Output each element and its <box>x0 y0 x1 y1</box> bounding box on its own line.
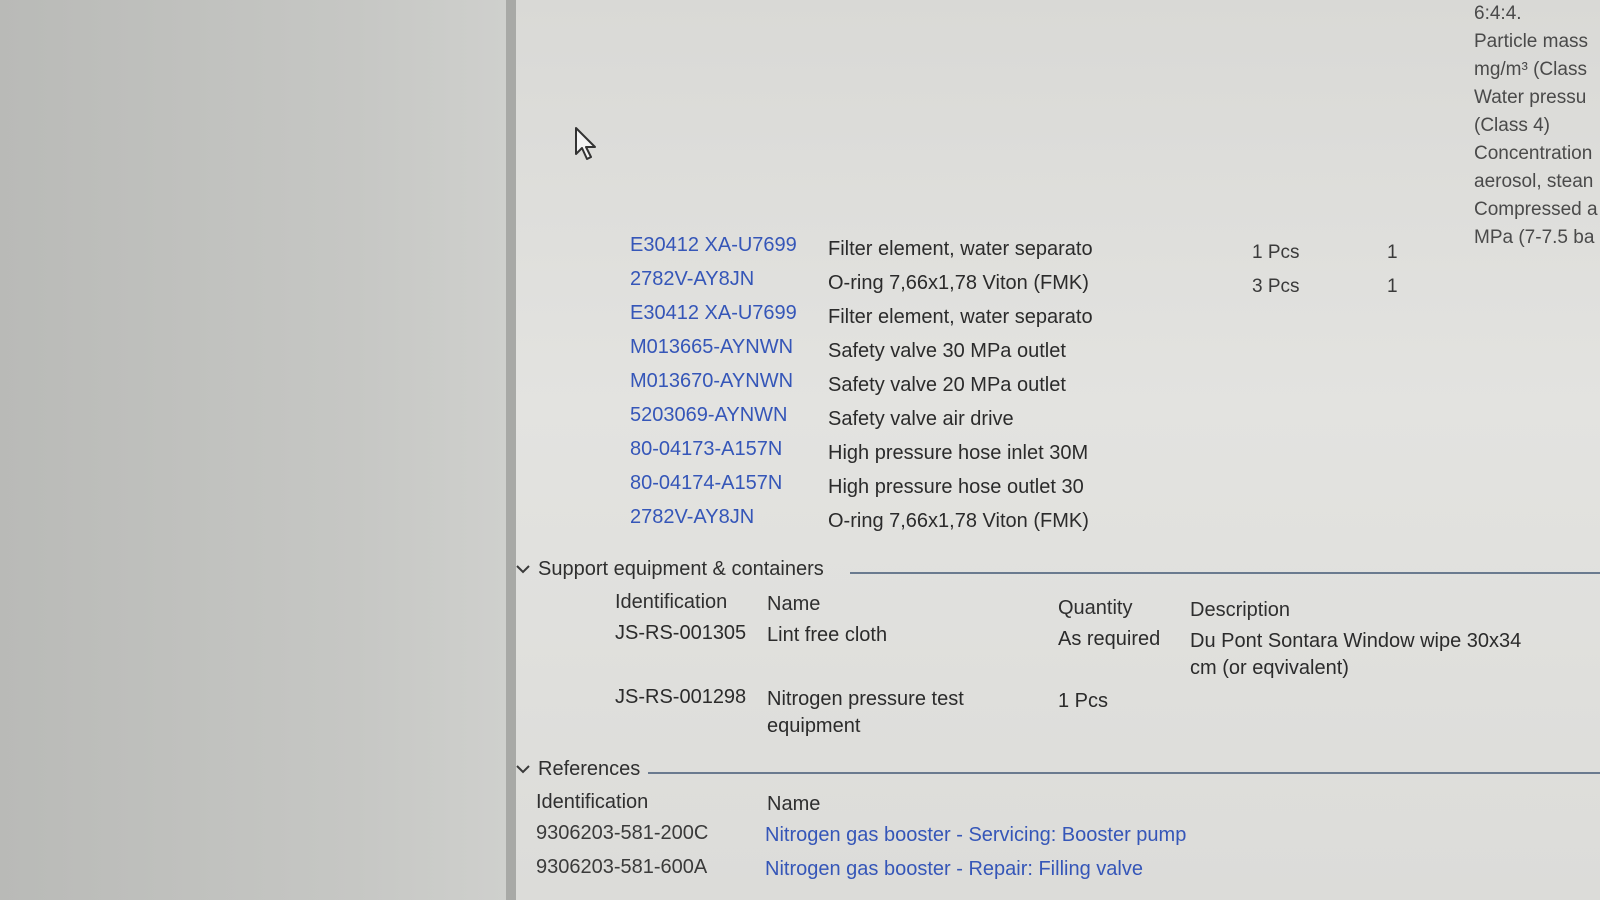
parts-row: 80-04174-A157N High pressure hose outlet… <box>516 472 1600 506</box>
support-quantity: As required <box>1058 628 1161 650</box>
support-quantity: 1 Pcs <box>1058 690 1109 712</box>
part-id-link[interactable]: E30412 XA-U7699 <box>630 302 797 325</box>
chevron-down-icon[interactable] <box>516 760 532 778</box>
support-id: JS-RS-001298 <box>615 686 747 708</box>
column-header-quantity: Quantity <box>1058 597 1133 619</box>
part-id-link[interactable]: 80-04174-A157N <box>630 472 782 495</box>
part-id-link[interactable]: E30412 XA-U7699 <box>630 234 797 257</box>
support-description: Du Pont Sontara Window wipe 30x34 cm (or… <box>1190 630 1522 679</box>
reference-link[interactable]: Nitrogen gas booster - Repair: Filling v… <box>765 858 1143 881</box>
mouse-pointer-icon <box>575 127 596 160</box>
part-name: O-ring 7,66x1,78 Viton (FMK) <box>828 510 1089 532</box>
part-count: 1 <box>1387 276 1398 297</box>
parts-row: E30412 XA-U7699 Filter element, water se… <box>516 302 1600 336</box>
spec-note-line: Concentration <box>1474 143 1593 164</box>
pane-splitter[interactable] <box>506 0 516 900</box>
reference-link[interactable]: Nitrogen gas booster - Servicing: Booste… <box>765 824 1186 847</box>
section-divider <box>850 572 1600 574</box>
spec-note-line: Compressed a <box>1474 199 1598 220</box>
spec-note-line: Water pressu <box>1474 87 1587 108</box>
support-name: Lint free cloth <box>767 624 888 646</box>
part-id-link[interactable]: 80-04173-A157N <box>630 438 782 461</box>
section-support-equipment[interactable]: Support equipment & containers <box>516 558 1600 588</box>
parts-row: 5203069-AYNWN Safety valve air drive <box>516 404 1600 438</box>
spec-note-line: aerosol, stean <box>1474 171 1594 192</box>
spec-note-line: 6:4:4. <box>1474 3 1522 24</box>
support-name: Nitrogen pressure test equipment <box>767 688 964 737</box>
part-id-link[interactable]: 2782V-AY8JN <box>630 506 754 529</box>
part-name: Safety valve 30 MPa outlet <box>828 340 1066 362</box>
section-references[interactable]: References <box>516 758 1600 788</box>
parts-row: E30412 XA-U7699 Filter element, water se… <box>516 234 1600 268</box>
part-name: Filter element, water separato <box>828 238 1093 260</box>
section-title: References <box>538 758 641 780</box>
section-title: Support equipment & containers <box>538 558 824 580</box>
part-count: 1 <box>1387 242 1398 263</box>
support-id: JS-RS-001305 <box>615 622 747 644</box>
part-id-link[interactable]: M013670-AYNWN <box>630 370 793 393</box>
column-header-identification: Identification <box>536 791 649 813</box>
section-divider <box>648 772 1600 774</box>
parts-row: 2782V-AY8JN O-ring 7,66x1,78 Viton (FMK) <box>516 506 1600 540</box>
spec-note-line: Particle mass <box>1474 31 1589 52</box>
part-quantity: 1 Pcs <box>1252 242 1300 263</box>
part-quantity: 3 Pcs <box>1252 276 1300 297</box>
parts-row: 2782V-AY8JN O-ring 7,66x1,78 Viton (FMK)… <box>516 268 1600 302</box>
part-name: Safety valve air drive <box>828 408 1014 430</box>
parts-row: 80-04173-A157N High pressure hose inlet … <box>516 438 1600 472</box>
parts-row: M013670-AYNWN Safety valve 20 MPa outlet <box>516 370 1600 404</box>
reference-id: 9306203-581-600A <box>536 856 708 878</box>
column-header-name: Name <box>767 793 821 815</box>
spec-note-line: (Class 4) <box>1474 115 1551 136</box>
specification-notes: 6:4:4. Particle mass mg/m³ (Class Water … <box>1474 0 1600 252</box>
part-name: O-ring 7,66x1,78 Viton (FMK) <box>828 272 1089 294</box>
document-content: 6:4:4. Particle mass mg/m³ (Class Water … <box>516 0 1600 900</box>
part-name: High pressure hose inlet 30M <box>828 442 1089 464</box>
spec-note-line: mg/m³ (Class <box>1474 59 1587 80</box>
chevron-down-icon[interactable] <box>516 560 532 578</box>
part-id-link[interactable]: 5203069-AYNWN <box>630 404 787 427</box>
parts-row: M013665-AYNWN Safety valve 30 MPa outlet <box>516 336 1600 370</box>
part-name: Filter element, water separato <box>828 306 1093 328</box>
left-panel <box>0 0 506 900</box>
column-header-identification: Identification <box>615 591 728 613</box>
part-name: Safety valve 20 MPa outlet <box>828 374 1066 396</box>
reference-id: 9306203-581-200C <box>536 822 709 844</box>
part-id-link[interactable]: 2782V-AY8JN <box>630 268 754 291</box>
column-header-description: Description <box>1190 599 1291 621</box>
part-id-link[interactable]: M013665-AYNWN <box>630 336 793 359</box>
column-header-name: Name <box>767 593 821 615</box>
part-name: High pressure hose outlet 30 <box>828 476 1084 498</box>
